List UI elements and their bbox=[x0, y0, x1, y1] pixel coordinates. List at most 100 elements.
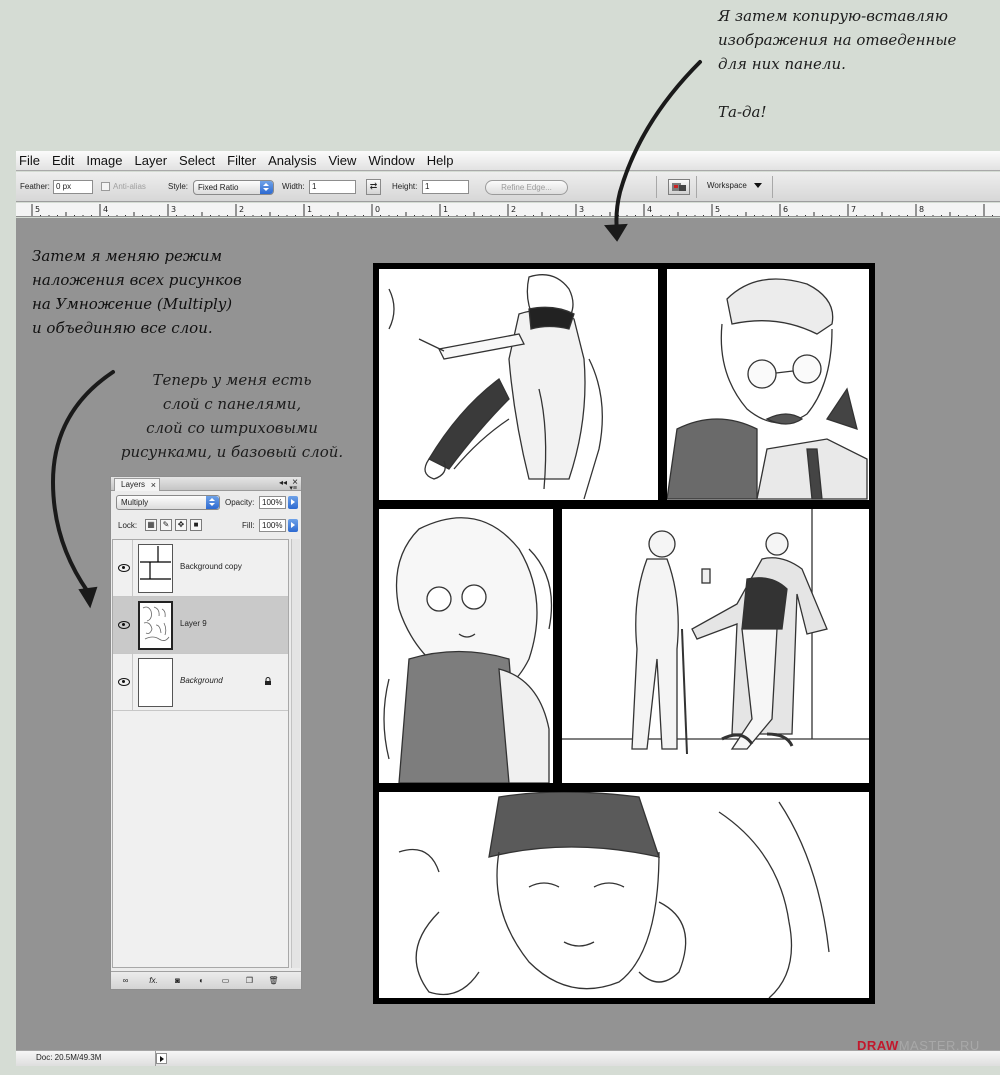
ruler-number: 2 bbox=[239, 205, 244, 214]
logo-text: DRAWMASTER.RU bbox=[857, 1038, 980, 1053]
palette-well-button[interactable] bbox=[668, 179, 690, 195]
workspace-menu[interactable]: Workspace bbox=[707, 181, 763, 190]
blend-mode-select[interactable]: Multiply bbox=[116, 495, 220, 510]
mask-icon[interactable]: ◙ bbox=[171, 975, 184, 986]
width-input[interactable]: 1 bbox=[309, 180, 356, 194]
layer-list: Background copy Layer 9 Background bbox=[112, 539, 289, 968]
horizontal-ruler[interactable]: 5 4 3 2 1 0 1 2 3 4 5 6 7 8 bbox=[16, 203, 1000, 217]
layers-panel-titlebar[interactable]: Layers × ◂◂ × bbox=[111, 477, 301, 491]
comic-panel-4 bbox=[556, 503, 875, 789]
height-input[interactable]: 1 bbox=[422, 180, 469, 194]
layer-name: Layer 9 bbox=[180, 619, 207, 628]
lock-all-icon[interactable]: ■ bbox=[190, 519, 202, 531]
ruler-number: 1 bbox=[307, 205, 312, 214]
menu-view[interactable]: View bbox=[325, 153, 365, 168]
fx-icon[interactable]: fx. bbox=[147, 975, 160, 986]
antialias-label: Anti-alias bbox=[113, 182, 146, 191]
ruler-number: 3 bbox=[171, 205, 176, 214]
comic-panel-2 bbox=[661, 263, 875, 506]
menu-layer[interactable]: Layer bbox=[132, 153, 177, 168]
lock-move-icon[interactable]: ✥ bbox=[175, 519, 187, 531]
note-left-middle: Теперь у меня есть слой с панелями, слой… bbox=[120, 371, 344, 461]
new-layer-icon[interactable]: ❐ bbox=[243, 975, 256, 986]
lock-icon bbox=[265, 677, 271, 685]
menu-file[interactable]: File bbox=[16, 153, 49, 168]
options-divider bbox=[656, 176, 657, 198]
lock-row: Lock: ▦ ✎ ✥ ■ Fill: 100% bbox=[111, 516, 301, 536]
adjustment-icon[interactable]: ◐ bbox=[195, 975, 208, 986]
caret-down-icon bbox=[754, 183, 763, 189]
lock-label: Lock: bbox=[118, 521, 138, 530]
comic-page[interactable] bbox=[373, 263, 875, 1004]
select-arrows-icon bbox=[206, 496, 219, 509]
tab-close-icon[interactable]: × bbox=[151, 479, 156, 491]
ruler-number: 3 bbox=[579, 205, 584, 214]
comic-panel-1 bbox=[373, 263, 664, 506]
menu-bar: File Edit Image Layer Select Filter Anal… bbox=[16, 151, 1000, 171]
lock-transparent-icon[interactable]: ▦ bbox=[145, 519, 157, 531]
menu-analysis[interactable]: Analysis bbox=[265, 153, 325, 168]
palette-well-icon bbox=[672, 183, 686, 191]
layer-row-layer-9[interactable]: Layer 9 bbox=[113, 597, 288, 654]
options-bar: Feather: 0 px Anti-alias Style: Fixed Ra… bbox=[16, 172, 1000, 202]
status-bar: Doc: 20.5M/49.3M bbox=[16, 1050, 1000, 1066]
ruler-number: 0 bbox=[375, 205, 380, 214]
width-label: Width: bbox=[282, 182, 305, 191]
style-select-value: Fixed Ratio bbox=[198, 183, 239, 192]
eye-icon[interactable] bbox=[113, 597, 133, 653]
menu-select[interactable]: Select bbox=[176, 153, 224, 168]
menu-help[interactable]: Help bbox=[424, 153, 463, 168]
style-label: Style: bbox=[168, 182, 189, 191]
layer-thumbnail bbox=[138, 658, 173, 707]
fill-slider-icon[interactable] bbox=[288, 519, 298, 532]
ruler-ticks: 5 4 3 2 1 0 1 2 3 4 5 6 7 8 bbox=[31, 204, 993, 216]
layer-row-background-copy[interactable]: Background copy bbox=[113, 540, 288, 597]
layer-name: Background copy bbox=[180, 562, 242, 571]
folder-icon[interactable]: ▭ bbox=[219, 975, 232, 986]
layers-tab[interactable]: Layers × bbox=[114, 478, 161, 491]
layers-footer: ∞ fx. ◙ ◐ ▭ ❐ 🗑 bbox=[111, 971, 301, 989]
ruler-number: 1 bbox=[443, 205, 448, 214]
blend-row: Multiply Opacity: 100% bbox=[111, 492, 301, 514]
feather-label: Feather: bbox=[20, 182, 50, 191]
link-icon[interactable]: ∞ bbox=[119, 975, 132, 986]
layer-list-scrollbar[interactable] bbox=[291, 539, 300, 968]
eye-icon[interactable] bbox=[113, 654, 133, 710]
drawmaster-logo: DRAWMASTER.RU bbox=[857, 1038, 980, 1053]
sketch-thumbnail bbox=[142, 606, 170, 641]
height-label: Height: bbox=[392, 182, 418, 191]
panel-2-sketch bbox=[667, 278, 868, 500]
panels-thumbnail bbox=[140, 546, 171, 580]
ruler-number: 5 bbox=[715, 205, 720, 214]
menu-window[interactable]: Window bbox=[365, 153, 423, 168]
status-menu-icon[interactable] bbox=[156, 1053, 167, 1064]
fill-input[interactable]: 100% bbox=[259, 519, 286, 532]
note-left-top: Затем я меняю режим наложения всех рисун… bbox=[32, 247, 242, 337]
ruler-number: 7 bbox=[851, 205, 856, 214]
panel-5-sketch bbox=[398, 792, 830, 998]
trash-icon[interactable]: 🗑 bbox=[267, 975, 280, 986]
style-select[interactable]: Fixed Ratio bbox=[193, 180, 274, 195]
collapse-icon[interactable]: ◂◂ bbox=[279, 478, 287, 487]
ruler-number: 5 bbox=[35, 205, 40, 214]
lock-brush-icon[interactable]: ✎ bbox=[160, 519, 172, 531]
opacity-input[interactable]: 100% bbox=[259, 496, 286, 509]
opacity-label: Opacity: bbox=[225, 498, 255, 507]
eye-icon[interactable] bbox=[113, 540, 133, 596]
panel-menu-icon[interactable]: ▾≡ bbox=[289, 484, 297, 492]
layer-row-background[interactable]: Background bbox=[113, 654, 288, 711]
refine-edge-button[interactable]: Refine Edge... bbox=[485, 180, 568, 195]
menu-image[interactable]: Image bbox=[83, 153, 131, 168]
swap-arrows-icon[interactable]: ⇄ bbox=[366, 179, 381, 195]
comic-panel-3 bbox=[373, 503, 559, 789]
fill-label: Fill: bbox=[242, 521, 255, 530]
menu-filter[interactable]: Filter bbox=[224, 153, 265, 168]
ruler-number: 6 bbox=[783, 205, 788, 214]
antialias-checkbox[interactable] bbox=[101, 182, 110, 191]
blend-mode-value: Multiply bbox=[121, 498, 149, 507]
opacity-slider-icon[interactable] bbox=[288, 496, 298, 509]
ruler-number: 4 bbox=[103, 205, 108, 214]
menu-edit[interactable]: Edit bbox=[49, 153, 83, 168]
feather-input[interactable]: 0 px bbox=[53, 180, 93, 194]
doc-size-info: Doc: 20.5M/49.3M bbox=[16, 1051, 156, 1066]
